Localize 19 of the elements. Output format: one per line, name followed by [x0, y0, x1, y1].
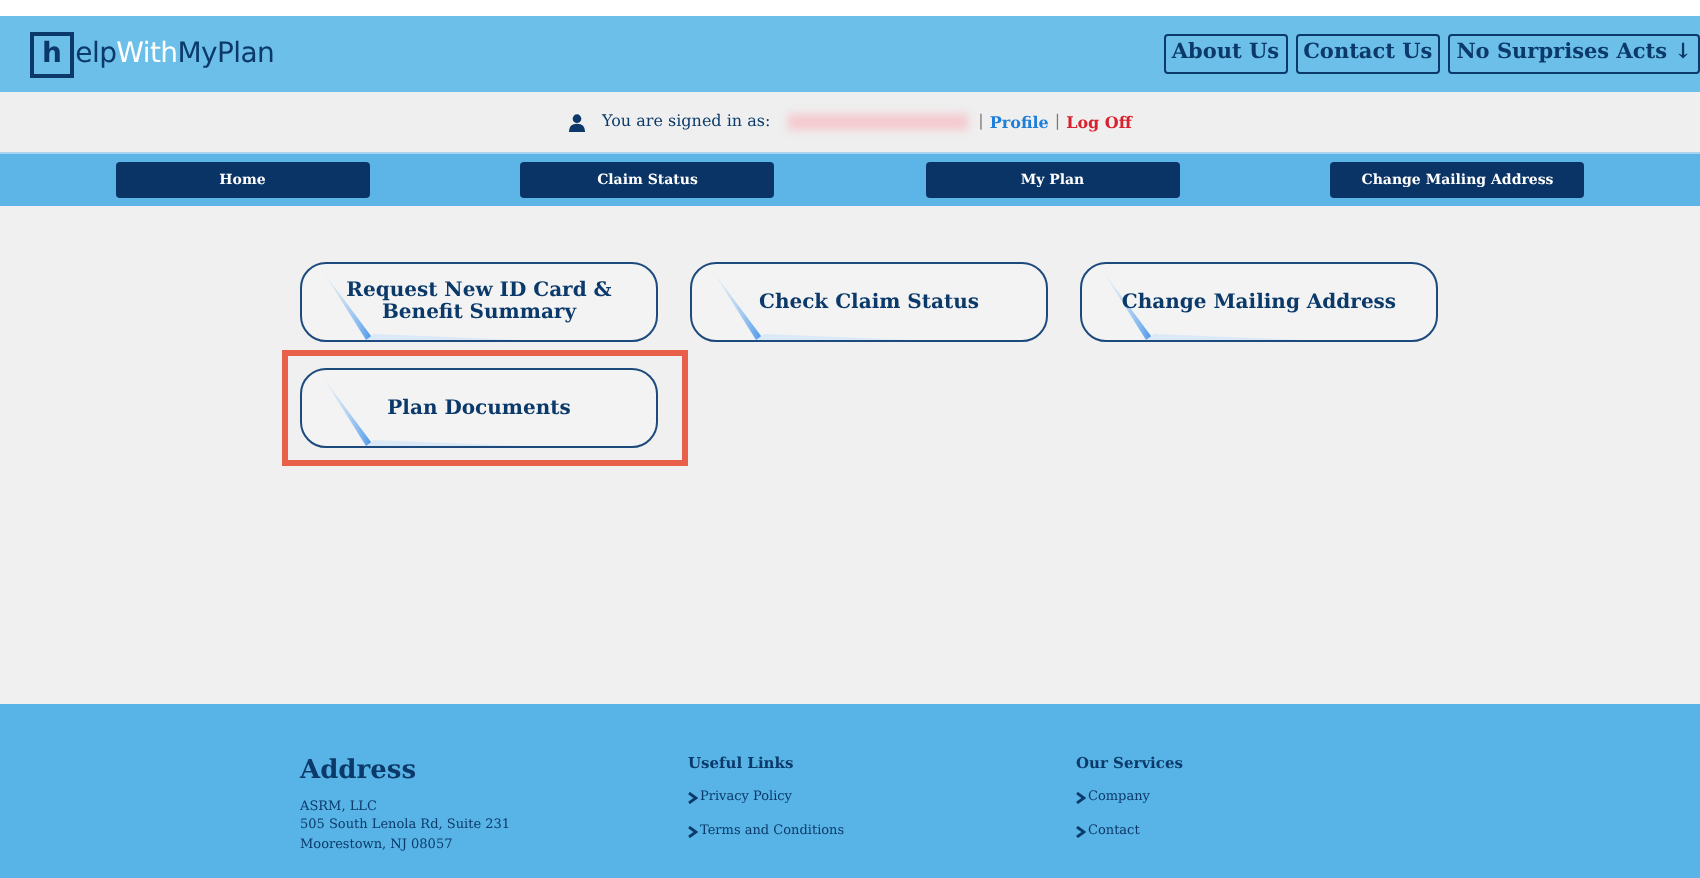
- signin-link[interactable]: Profile: [989, 110, 1049, 134]
- tile-button[interactable]: Request New ID Card & Benefit Summary: [300, 262, 658, 342]
- tile-button[interactable]: Plan Documents: [300, 368, 658, 448]
- chevron-icon: [1076, 825, 1086, 838]
- tile-button[interactable]: Change Mailing Address: [1080, 262, 1438, 342]
- separator: |: [1054, 110, 1061, 134]
- footer-heading: Address: [300, 754, 419, 790]
- signin-link[interactable]: Log Off: [1066, 110, 1132, 134]
- logo[interactable]: h elpWithMyPlan: [30, 31, 275, 77]
- chevron-icon: [688, 792, 698, 805]
- separator: |: [978, 110, 984, 134]
- header-link[interactable]: About Us: [1163, 34, 1288, 74]
- header-link[interactable]: Contact Us: [1295, 34, 1441, 74]
- signed-in-label: You are signed in as:: [602, 110, 771, 134]
- header-link[interactable]: No Surprises Acts ↓: [1448, 34, 1700, 74]
- tile-button[interactable]: Check Claim Status: [690, 262, 1048, 342]
- user-icon: [568, 113, 587, 131]
- chevron-icon: [1076, 792, 1086, 805]
- chevron-icon: [688, 825, 698, 838]
